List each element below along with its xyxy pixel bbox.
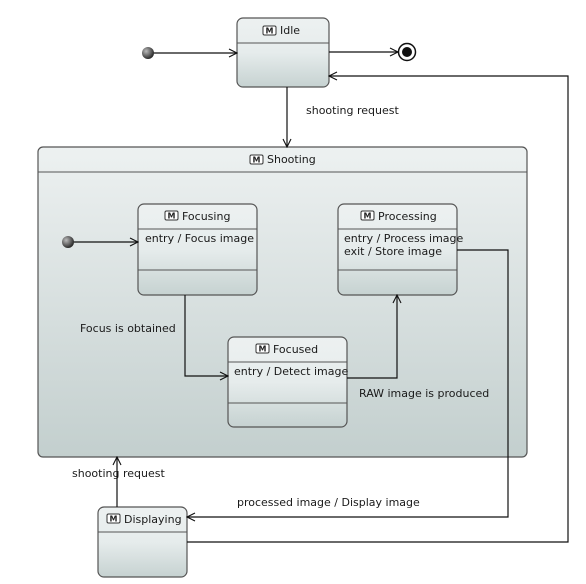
state-name: Displaying <box>124 513 182 526</box>
state-name: Focused <box>273 343 318 356</box>
entry-action: entry / Focus image <box>145 232 254 245</box>
svg-text:M: M <box>253 156 261 165</box>
transition-label: Focus is obtained <box>80 322 176 335</box>
state-displaying[interactable]: M Displaying <box>97 506 188 578</box>
state-name: Focusing <box>182 210 230 223</box>
transition-label: processed image / Display image <box>237 496 420 509</box>
entry-action: entry / Detect image <box>234 365 348 378</box>
state-focused[interactable]: M Focused entry / Detect image <box>227 336 348 428</box>
entry-action: entry / Process image <box>344 232 464 245</box>
svg-text:M: M <box>168 212 176 221</box>
transition-label: shooting request <box>72 467 165 480</box>
state-idle[interactable]: M Idle <box>236 17 330 88</box>
state-machine-diagram: M Shooting M Idle M Focusing entry / Foc… <box>37 17 569 578</box>
state-focusing[interactable]: M Focusing entry / Focus image <box>137 203 258 296</box>
initial-state-top[interactable] <box>142 47 154 59</box>
state-name: Processing <box>378 210 437 223</box>
exit-action: exit / Store image <box>344 245 442 258</box>
state-processing[interactable]: M Processing entry / Process image exit … <box>337 203 464 296</box>
transition-label: shooting request <box>306 104 399 117</box>
svg-text:M: M <box>364 212 372 221</box>
final-state[interactable] <box>397 42 417 62</box>
state-name: Shooting <box>267 153 316 166</box>
svg-text:M: M <box>259 345 267 354</box>
state-name: Idle <box>280 24 300 37</box>
initial-state-shooting[interactable] <box>62 236 74 248</box>
transition-label: RAW image is produced <box>359 387 489 400</box>
svg-text:M: M <box>266 27 274 36</box>
svg-text:M: M <box>110 515 118 524</box>
